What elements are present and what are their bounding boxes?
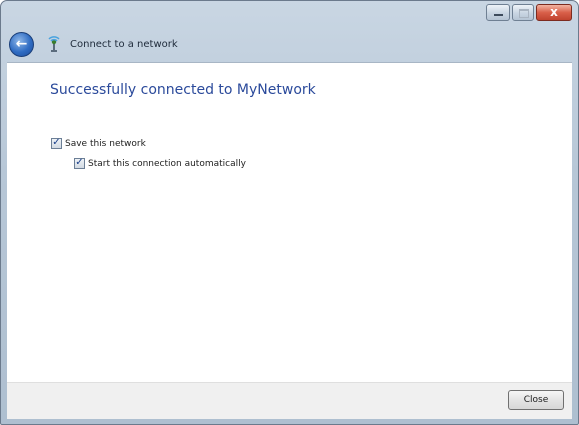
dialog-footer: Close bbox=[7, 382, 572, 419]
auto-start-option[interactable]: ✓ Start this connection automatically bbox=[74, 157, 246, 169]
auto-start-checkbox[interactable]: ✓ bbox=[74, 157, 85, 169]
checkmark-icon: ✓ bbox=[52, 137, 61, 148]
maximize-icon bbox=[519, 9, 529, 18]
network-icon bbox=[46, 36, 62, 52]
close-icon: x bbox=[550, 5, 558, 19]
maximize-button[interactable] bbox=[512, 4, 534, 21]
save-network-checkbox[interactable]: ✓ bbox=[51, 137, 62, 149]
checkmark-icon: ✓ bbox=[75, 157, 84, 168]
back-button[interactable]: ← bbox=[9, 31, 34, 57]
nav-bar: ← Connect to a network bbox=[7, 27, 572, 61]
window-close-button[interactable]: x bbox=[536, 4, 572, 21]
caption-buttons: x bbox=[486, 4, 572, 21]
title-bar[interactable]: x bbox=[1, 1, 578, 27]
back-arrow-icon: ← bbox=[15, 35, 28, 52]
close-button[interactable]: Close bbox=[508, 390, 564, 410]
content-panel: Successfully connected to MyNetwork ✓ Sa… bbox=[7, 62, 572, 383]
status-heading: Successfully connected to MyNetwork bbox=[50, 82, 316, 98]
auto-start-label: Start this connection automatically bbox=[88, 158, 246, 169]
save-network-option[interactable]: ✓ Save this network bbox=[51, 137, 146, 149]
minimize-icon bbox=[494, 14, 503, 16]
window-title: Connect to a network bbox=[70, 38, 178, 50]
dialog-window: x ← Connect to a network Successfully co… bbox=[0, 0, 579, 425]
minimize-button[interactable] bbox=[486, 4, 510, 21]
save-network-label: Save this network bbox=[65, 138, 146, 149]
